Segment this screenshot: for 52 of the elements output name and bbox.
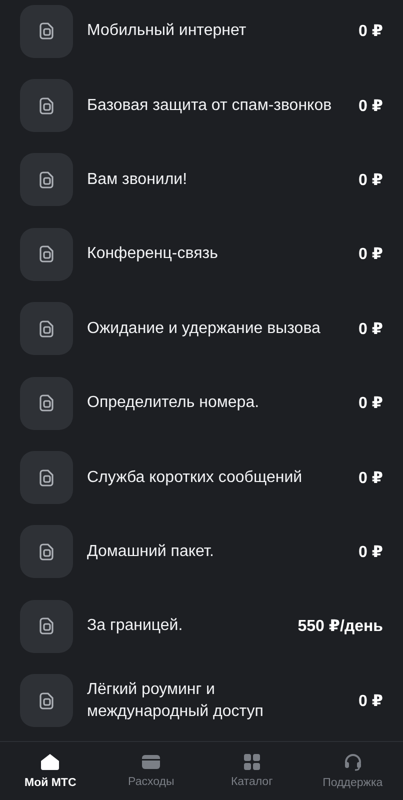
service-price: 0 ₽: [358, 394, 383, 414]
sim-card-icon: [38, 170, 54, 189]
sim-card-icon: [38, 692, 54, 710]
service-icon-tile[interactable]: [20, 525, 73, 578]
nav-tab[interactable]: Каталог: [202, 742, 302, 800]
service-icon-tile[interactable]: [20, 600, 73, 653]
service-icon-tile[interactable]: [20, 153, 73, 206]
nav-tab-label: Поддержка: [322, 777, 383, 789]
service-icon-tile[interactable]: [20, 376, 73, 430]
sim-card-icon: [38, 542, 54, 561]
nav-tab-label: Расходы: [128, 776, 174, 788]
service-name: Служба коротких сообщений: [87, 468, 304, 488]
service-icon-tile[interactable]: [20, 4, 73, 58]
service-icon-tile[interactable]: [20, 228, 73, 281]
service-icon-tile[interactable]: [20, 79, 73, 132]
service-price: 0 ₽: [358, 245, 383, 264]
grid-icon: [244, 754, 260, 770]
service-name: Домашний пакет.: [87, 542, 215, 562]
sim-card-icon: [38, 320, 54, 338]
service-price: 0 ₽: [358, 320, 383, 339]
nav-tab[interactable]: Поддержка: [302, 742, 403, 800]
service-name: Базовая защита от спам-звонков: [87, 96, 333, 116]
service-name: Ожидание и удержание вызова: [87, 318, 322, 339]
wallet-icon: [141, 754, 162, 770]
service-name: Конференц-связь: [87, 244, 219, 264]
sim-card-icon: [38, 96, 54, 115]
nav-tab-label: Каталог: [230, 776, 273, 788]
service-price: 0 ₽: [358, 170, 383, 190]
sim-card-icon: [38, 394, 54, 412]
service-name: Определитель номера.: [87, 393, 260, 414]
service-icon-tile[interactable]: [20, 674, 73, 728]
sim-card-icon: [38, 22, 54, 40]
headset-icon: [342, 753, 363, 771]
service-name: Лёгкий роуминг и международный доступ: [87, 680, 264, 722]
service-price: 0 ₽: [358, 22, 383, 42]
sim-card-icon: [38, 617, 54, 636]
service-price: 0 ₽: [358, 692, 383, 711]
service-price: 0 ₽: [358, 542, 383, 562]
nav-tab[interactable]: Расходы: [100, 742, 202, 800]
service-name: За границей.: [87, 616, 184, 636]
service-price: 0 ₽: [358, 468, 383, 488]
service-price: 550 ₽/день: [298, 617, 383, 636]
nav-tab-label: Мой МТС: [24, 777, 76, 789]
service-icon-tile[interactable]: [20, 451, 73, 504]
service-price: 0 ₽: [358, 96, 383, 116]
home-icon: [40, 753, 60, 771]
service-icon-tile[interactable]: [20, 302, 73, 356]
service-name: Мобильный интернет: [87, 21, 248, 42]
sim-card-icon: [38, 245, 54, 264]
nav-tab[interactable]: Мой МТС: [0, 742, 101, 800]
sim-card-icon: [38, 468, 54, 487]
service-name: Вам звонили!: [87, 170, 188, 190]
